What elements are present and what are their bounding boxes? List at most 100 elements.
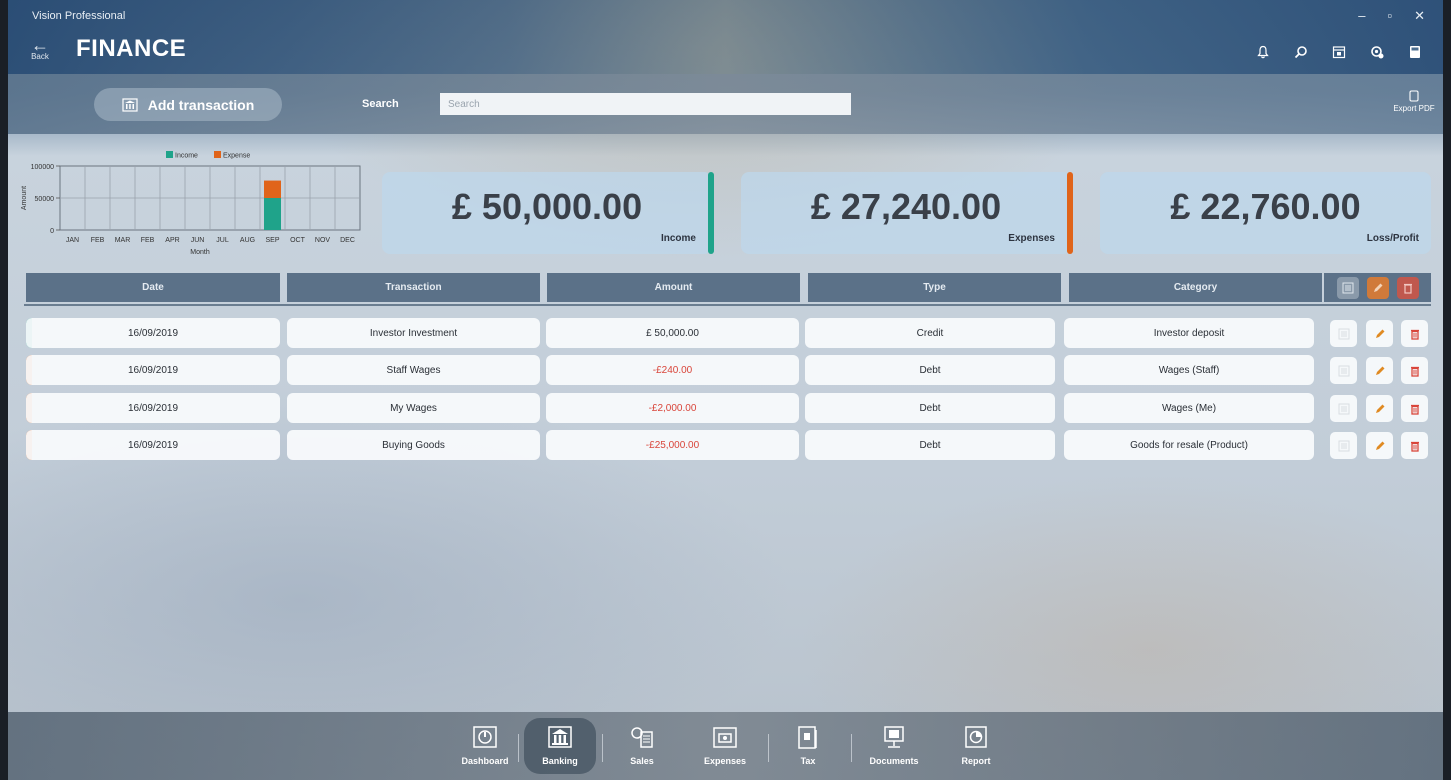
view-icon[interactable]	[1330, 357, 1357, 384]
table-row[interactable]: 16/09/2019 Staff Wages -£240.00 Debt Wages (…	[26, 355, 1431, 385]
chart-legend-label: Income	[175, 153, 198, 160]
nav-documents-label: Documents	[869, 756, 919, 766]
header-category[interactable]: Category	[1069, 273, 1322, 302]
delete-icon[interactable]	[1401, 395, 1428, 422]
delete-icon[interactable]	[1401, 320, 1428, 347]
header-date[interactable]: Date	[26, 273, 280, 302]
chart-x-tick-label: JAN	[66, 237, 79, 244]
cell-amount: -£240.00	[546, 355, 799, 385]
chart-y-tick-label: 0	[50, 228, 54, 235]
table-row[interactable]: 16/09/2019 My Wages -£2,000.00 Debt Wages (M…	[26, 393, 1431, 423]
header-amount[interactable]: Amount	[547, 273, 800, 302]
nav-expenses-label: Expenses	[703, 756, 747, 766]
income-indicator	[708, 172, 714, 254]
nav-tax[interactable]: Tax	[772, 718, 844, 774]
profit-card: £ 22,760.00 Loss/Profit	[1100, 172, 1431, 254]
window-controls: – ▫ ✕	[1358, 8, 1425, 24]
cell-category: Wages (Staff)	[1064, 355, 1314, 385]
nav-separator	[768, 734, 769, 762]
table-row[interactable]: 16/09/2019 Investor Investment £ 50,000.00…	[26, 318, 1431, 348]
cell-date: 16/09/2019	[26, 393, 280, 423]
header-type[interactable]: Type	[808, 273, 1061, 302]
cell-amount: -£25,000.00	[546, 430, 799, 460]
nav-separator	[518, 734, 519, 762]
bank-icon	[122, 97, 138, 112]
window-frame-right	[1443, 0, 1451, 780]
calculator-icon[interactable]	[1405, 42, 1425, 62]
view-icon[interactable]	[1330, 395, 1357, 422]
nav-sales-label: Sales	[630, 756, 654, 766]
nav-sales[interactable]: Sales	[606, 718, 678, 774]
chart-y-tick-label: 100000	[31, 164, 54, 171]
nav-banking[interactable]: Banking	[524, 718, 596, 774]
calendar-icon[interactable]	[1329, 42, 1349, 62]
chart-x-tick-label: OCT	[290, 237, 306, 244]
chart-legend-swatch	[166, 151, 173, 158]
cell-amount: -£2,000.00	[546, 393, 799, 423]
nav-tax-label: Tax	[800, 756, 816, 766]
header-edit-icon[interactable]	[1366, 276, 1389, 299]
chart-legend-swatch	[214, 151, 221, 158]
cell-transaction: My Wages	[287, 393, 540, 423]
search-input[interactable]	[440, 93, 851, 115]
app-title: Vision Professional	[32, 10, 126, 22]
chart-x-tick-label: NOV	[315, 237, 331, 244]
add-transaction-button[interactable]: Add transaction	[94, 88, 282, 121]
header-transaction[interactable]: Transaction	[287, 273, 540, 302]
nav-report-label: Report	[961, 756, 991, 766]
bell-icon[interactable]	[1253, 42, 1273, 62]
search-label: Search	[362, 98, 399, 110]
search-icon[interactable]	[1291, 42, 1311, 62]
bank-icon	[548, 726, 572, 748]
delete-icon[interactable]	[1401, 432, 1428, 459]
income-amount: £ 50,000.00	[451, 186, 643, 227]
title-bar: Vision Professional ← Back FINANCE – ▫ ✕	[8, 0, 1443, 74]
header-view-icon[interactable]	[1336, 276, 1359, 299]
settings-icon[interactable]	[1367, 42, 1387, 62]
cell-amount: £ 50,000.00	[546, 318, 799, 348]
minimize-button[interactable]: –	[1358, 8, 1365, 24]
cell-date: 16/09/2019	[26, 318, 280, 348]
chart-x-tick-label: FEB	[91, 237, 105, 244]
chart-x-tick-label: APR	[165, 237, 179, 244]
cell-transaction: Buying Goods	[287, 430, 540, 460]
expenses-amount: £ 27,240.00	[810, 186, 1002, 227]
nav-expenses[interactable]: Expenses	[689, 718, 761, 774]
back-button[interactable]: ← Back	[26, 36, 54, 61]
edit-icon[interactable]	[1366, 320, 1393, 347]
cell-date: 16/09/2019	[26, 430, 280, 460]
toolbar: Add transaction Search Export PDF	[8, 74, 1443, 134]
edit-icon[interactable]	[1366, 432, 1393, 459]
cell-date: 16/09/2019	[26, 355, 280, 385]
cell-type: Credit	[805, 318, 1055, 348]
chart-x-tick-label: DEC	[340, 237, 355, 244]
nav-separator	[851, 734, 852, 762]
view-icon[interactable]	[1330, 320, 1357, 347]
edit-icon[interactable]	[1366, 357, 1393, 384]
header-delete-icon[interactable]	[1396, 276, 1419, 299]
nav-dashboard[interactable]: Dashboard	[449, 718, 521, 774]
chart-x-tick-label: JUL	[216, 237, 229, 244]
expenses-label: Expenses	[1008, 233, 1055, 244]
chart-y-tick-label: 50000	[35, 196, 55, 203]
chart-y-axis-title: Amount	[21, 186, 28, 210]
cell-type: Debt	[805, 355, 1055, 385]
document-icon	[1409, 90, 1419, 102]
chart-legend-label: Expense	[223, 153, 250, 160]
export-pdf-button[interactable]: Export PDF	[1391, 90, 1437, 113]
nav-documents[interactable]: Documents	[858, 718, 930, 774]
view-icon[interactable]	[1330, 432, 1357, 459]
close-button[interactable]: ✕	[1414, 8, 1425, 24]
maximize-button[interactable]: ▫	[1387, 8, 1392, 24]
chart-x-tick-label: MAR	[115, 237, 131, 244]
finance-chart: 100000 50000 0 JAN FEB MAR FEB APR JUN JUL AUG SEP O…	[18, 144, 363, 264]
header-divider	[24, 304, 1431, 306]
cell-type: Debt	[805, 430, 1055, 460]
nav-report[interactable]: Report	[940, 718, 1012, 774]
edit-icon[interactable]	[1366, 395, 1393, 422]
export-pdf-label: Export PDF	[1393, 104, 1435, 113]
table-row[interactable]: 16/09/2019 Buying Goods -£25,000.00 Debt Goo…	[26, 430, 1431, 460]
bottom-navigation: Dashboard Banking Sales Expenses Tax Doc…	[8, 712, 1443, 780]
chart-x-tick-label: AUG	[240, 237, 255, 244]
delete-icon[interactable]	[1401, 357, 1428, 384]
